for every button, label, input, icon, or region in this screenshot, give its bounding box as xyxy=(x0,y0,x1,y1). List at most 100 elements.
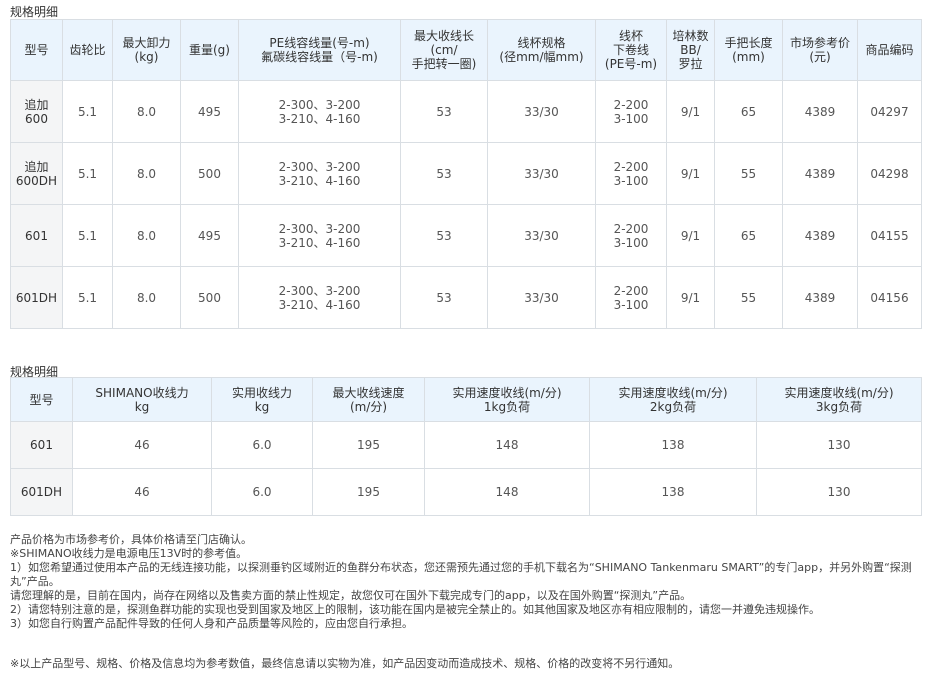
cell-text: 195 xyxy=(357,438,380,452)
cell-text: 5.1 xyxy=(77,104,98,119)
cell-text: 138 xyxy=(661,438,685,452)
table-cell: 53 xyxy=(400,142,488,205)
table-cell: 9/1 xyxy=(666,204,715,267)
cell-text: 8.0 xyxy=(136,290,157,305)
table-cell: 148 xyxy=(424,468,590,516)
column-header: 型号 xyxy=(10,377,73,422)
cell-text: (m/分) xyxy=(349,399,388,414)
cell-text: 9/1 xyxy=(680,166,701,181)
table-cell: 33/30 xyxy=(487,142,596,205)
cell-text: 8.0 xyxy=(136,104,157,119)
cell-text: 04297 xyxy=(870,104,909,119)
cell-text: 2-300、3-200 xyxy=(278,221,361,236)
table-cell: 195 xyxy=(312,421,425,469)
cell-text: 3-100 xyxy=(613,297,649,312)
cell-text: 4389 xyxy=(804,228,836,243)
table-cell: 495 xyxy=(180,80,239,143)
column-header: 手把长度 (mm) xyxy=(714,19,783,81)
cell-text: kg xyxy=(254,399,270,414)
cell-text: 追加 xyxy=(24,159,49,174)
spec-table-main: 型号 齿轮比 最大卸力 (kg) 重量(g) PE线容线量(号-m) 氟碳线容线量（号-m)… xyxy=(10,19,922,329)
spec-table-retrieve: 型号 SHIMANO收线力 kg 实用收线力 kg 最大收线速度 (m/分) 实用速度收线(m… xyxy=(10,377,922,516)
table-cell: 46 xyxy=(72,468,212,516)
table-cell: 5.1 xyxy=(62,142,113,205)
note-line: 3）如您自行购置产品配件导致的任何人身和产品质量等风险的，应由您自行承担。 xyxy=(10,617,413,630)
table-cell: 2-200 3-100 xyxy=(595,266,667,329)
cell-text: 8.0 xyxy=(136,228,157,243)
table-cell: 5.1 xyxy=(62,266,113,329)
column-header: 线杯 下卷线 (PE号-m) xyxy=(595,19,667,81)
table-row: 追加 600 5.1 8.0 495 2-300、3-200 3-210、4-160 53 33… xyxy=(10,80,922,143)
cell-text: 实用收线力 xyxy=(231,385,292,400)
cell-text: 1kg负荷 xyxy=(483,399,531,414)
cell-text: 3-100 xyxy=(613,173,649,188)
cell-text: 商品编码 xyxy=(865,43,914,57)
cell-text: 2-300、3-200 xyxy=(278,97,361,112)
table-cell: 8.0 xyxy=(112,80,181,143)
cell-text: 2-200 xyxy=(613,97,649,112)
table-cell: 04156 xyxy=(857,266,922,329)
cell-text: BB/ xyxy=(680,43,701,57)
cell-text: 130 xyxy=(827,485,851,499)
column-header: 齿轮比 xyxy=(62,19,113,81)
cell-text: 138 xyxy=(661,485,685,499)
column-header: 型号 xyxy=(10,19,63,81)
table-cell: 53 xyxy=(400,204,488,267)
column-header: 实用速度收线(m/分) 3kg负荷 xyxy=(756,377,922,422)
cell-text: 手把转一圈) xyxy=(411,57,477,71)
cell-text: 培林数 xyxy=(672,29,709,43)
cell-text: 601DH xyxy=(15,290,58,305)
table-cell: 4389 xyxy=(782,80,858,143)
cell-text: 148 xyxy=(495,485,519,499)
table-row: 601DH 5.1 8.0 500 2-300、3-200 3-210、4-160 53 33… xyxy=(10,266,922,329)
table-cell: 04155 xyxy=(857,204,922,267)
cell-text: 4389 xyxy=(804,104,836,119)
table-cell: 55 xyxy=(714,266,783,329)
table-cell: 2-300、3-200 3-210、4-160 xyxy=(238,80,401,143)
cell-text: 2kg负荷 xyxy=(649,399,697,414)
table-cell: 2-200 3-100 xyxy=(595,80,667,143)
cell-text: 6.0 xyxy=(252,485,272,499)
cell-text: (cm/ xyxy=(430,43,458,57)
cell-text: 最大卸力 xyxy=(122,36,171,50)
cell-text: 04156 xyxy=(870,290,909,305)
table-cell: 5.1 xyxy=(62,204,113,267)
model-cell: 601DH xyxy=(10,266,63,329)
table-cell: 33/30 xyxy=(487,204,596,267)
column-header: PE线容线量(号-m) 氟碳线容线量（号-m) xyxy=(238,19,401,81)
cell-text: 5.1 xyxy=(77,228,98,243)
table-cell: 130 xyxy=(756,468,922,516)
cell-text: 65 xyxy=(740,228,757,243)
cell-text: 53 xyxy=(436,166,452,181)
table-cell: 65 xyxy=(714,204,783,267)
table-cell: 4389 xyxy=(782,204,858,267)
table-header-row: 型号 SHIMANO收线力 kg 实用收线力 kg 最大收线速度 (m/分) 实用速度收线(m… xyxy=(10,377,922,422)
table-cell: 33/30 xyxy=(487,266,596,329)
model-cell: 601DH xyxy=(10,468,73,516)
table-cell: 138 xyxy=(589,468,757,516)
table-cell: 04298 xyxy=(857,142,922,205)
cell-text: 33/30 xyxy=(524,166,559,181)
model-cell: 601 xyxy=(10,204,63,267)
cell-text: 65 xyxy=(740,104,757,119)
cell-text: 6.0 xyxy=(252,438,272,452)
model-cell: 追加 600 xyxy=(10,80,63,143)
cell-text: (径mm/幅mm) xyxy=(499,50,584,64)
cell-text: (kg) xyxy=(134,50,159,64)
cell-text: 04155 xyxy=(870,228,909,243)
table-cell: 2-300、3-200 3-210、4-160 xyxy=(238,266,401,329)
spec-section-title-1: 规格明细 xyxy=(10,5,59,19)
table-cell: 8.0 xyxy=(112,142,181,205)
cell-text: 04298 xyxy=(870,166,909,181)
cell-text: 46 xyxy=(134,485,150,499)
note-line: 1）如您希望通过使用本产品的无线连接功能，以探测垂钓区域附近的鱼群分布状态，您还… xyxy=(10,561,912,588)
table-row: 追加 600DH 5.1 8.0 500 2-300、3-200 3-210、4-160 53… xyxy=(10,142,922,205)
model-cell: 追加 600DH xyxy=(10,142,63,205)
table-cell: 5.1 xyxy=(62,80,113,143)
cell-text: 齿轮比 xyxy=(69,43,106,57)
cell-text: 2-200 xyxy=(613,159,649,174)
cell-text: 53 xyxy=(436,228,452,243)
column-header: SHIMANO收线力 kg xyxy=(72,377,212,422)
cell-text: 33/30 xyxy=(524,290,559,305)
column-header: 商品编码 xyxy=(857,19,922,81)
